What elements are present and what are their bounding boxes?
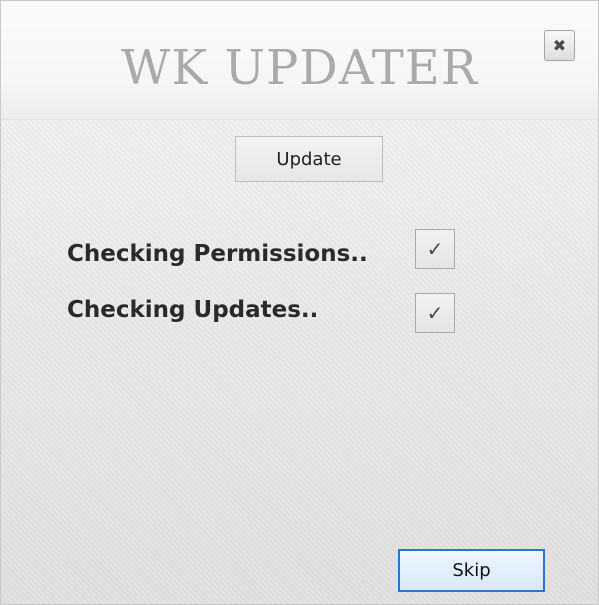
status-permissions-checkbox[interactable]: ✓ xyxy=(415,229,455,269)
close-icon: ✖ xyxy=(552,36,567,55)
checkmark-icon: ✓ xyxy=(426,237,444,261)
updater-window: WK UPDATER ✖ Update Checking Permissions… xyxy=(0,0,599,605)
skip-button[interactable]: Skip xyxy=(398,549,545,592)
status-updates-checkbox[interactable]: ✓ xyxy=(415,293,455,333)
checkmark-icon: ✓ xyxy=(426,301,444,325)
update-button[interactable]: Update xyxy=(235,136,383,182)
close-button[interactable]: ✖ xyxy=(544,30,575,61)
window-title: WK UPDATER xyxy=(121,40,478,96)
status-permissions-label: Checking Permissions.. xyxy=(67,241,368,267)
status-updates-label: Checking Updates.. xyxy=(67,297,319,323)
window-header: WK UPDATER ✖ xyxy=(1,1,598,120)
